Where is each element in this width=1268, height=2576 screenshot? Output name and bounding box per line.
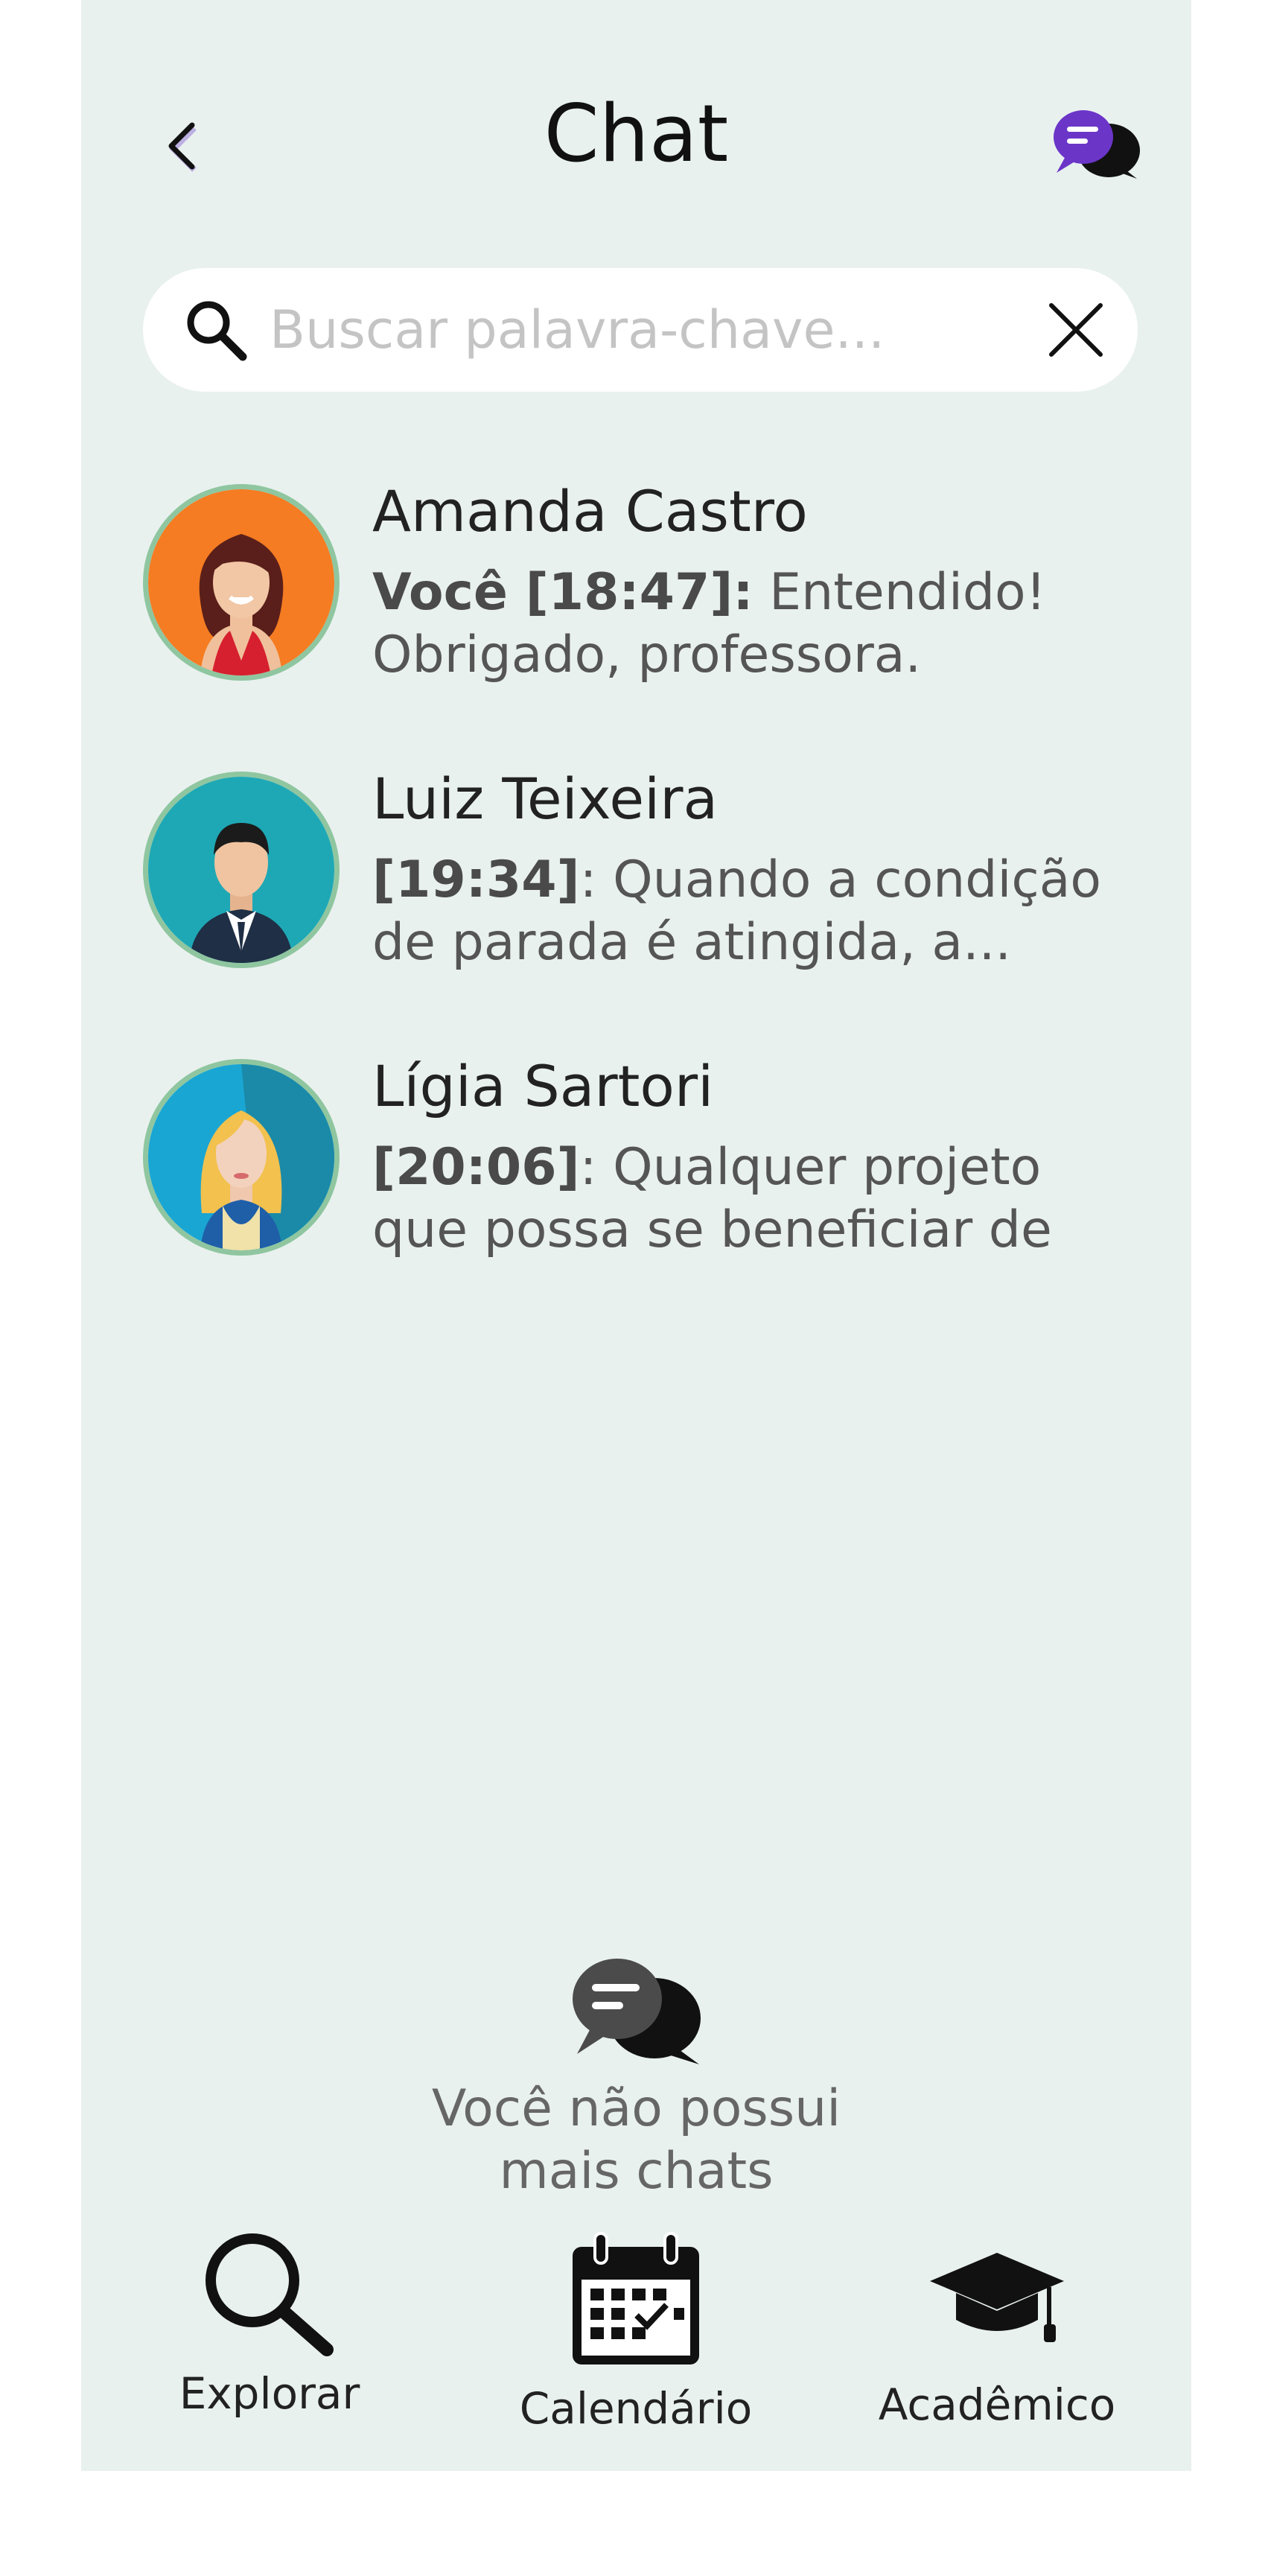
message-sender-time: [20:06] bbox=[372, 1138, 580, 1197]
empty-state-line: mais chats bbox=[499, 2142, 774, 2201]
message-sender-time: Você [18:47]: bbox=[372, 563, 754, 622]
message-sender-time: [19:34] bbox=[372, 850, 580, 909]
search-bar bbox=[143, 268, 1138, 392]
empty-state-message: Você não possui mais chats bbox=[81, 2078, 1191, 2203]
chat-item-ligia-sartori[interactable]: Lígia Sartori [20:06]: Qualquer projeto … bbox=[143, 1053, 1138, 1297]
nav-calendario[interactable]: Calendário bbox=[494, 2227, 777, 2450]
nav-academico[interactable]: Acadêmico bbox=[856, 2227, 1138, 2450]
chat-item-luiz-teixeira[interactable]: Luiz Teixeira [19:34]: Quando a condição… bbox=[143, 766, 1138, 1010]
graduation-cap-icon bbox=[930, 2253, 1064, 2342]
avatar-woman-icon bbox=[148, 489, 334, 675]
chat-last-message: Você [18:47]: Entendido! Obrigado, profe… bbox=[372, 562, 1147, 687]
nav-label: Calendário bbox=[519, 2383, 753, 2434]
nav-explorar[interactable]: Explorar bbox=[128, 2227, 411, 2450]
chat-last-message: [19:34]: Quando a condição de parada é a… bbox=[372, 849, 1147, 974]
chat-contact-name: Amanda Castro bbox=[372, 478, 808, 544]
chat-bubbles-icon bbox=[1054, 110, 1140, 179]
avatar-man-icon bbox=[148, 777, 334, 963]
chat-bubbles-icon bbox=[573, 1959, 701, 2064]
page-title: Chat bbox=[544, 88, 729, 179]
nav-label: Explorar bbox=[179, 2368, 360, 2419]
nav-label: Acadêmico bbox=[878, 2379, 1116, 2430]
calendar-icon bbox=[573, 2232, 699, 2364]
chat-contact-name: Luiz Teixeira bbox=[372, 766, 719, 832]
new-chat-button[interactable] bbox=[1049, 104, 1146, 186]
search-input[interactable] bbox=[270, 268, 1014, 392]
chat-last-message: [20:06]: Qualquer projeto que possa se b… bbox=[372, 1136, 1147, 1262]
chat-screen: Chat Buscar palavra-chave... Amanda Cast… bbox=[81, 0, 1191, 2471]
avatar bbox=[143, 772, 340, 968]
search-icon bbox=[187, 301, 247, 361]
avatar bbox=[143, 1059, 340, 1256]
chat-contact-name: Lígia Sartori bbox=[372, 1053, 714, 1119]
avatar bbox=[143, 484, 340, 681]
chat-item-amanda-castro[interactable]: Amanda Castro Você [18:47]: Entendido! O… bbox=[143, 478, 1138, 722]
search-icon bbox=[206, 2233, 334, 2356]
avatar-woman-blonde-icon bbox=[148, 1064, 334, 1250]
close-icon[interactable] bbox=[1044, 298, 1108, 362]
empty-state-line: Você não possui bbox=[431, 2079, 841, 2138]
